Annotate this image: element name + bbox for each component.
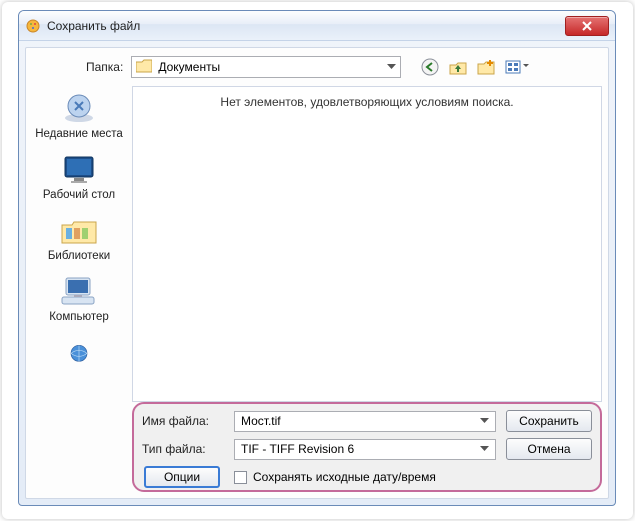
network-icon	[59, 334, 99, 370]
filename-label: Имя файла:	[142, 414, 224, 428]
titlebar: Сохранить файл	[19, 11, 615, 41]
save-button[interactable]: Сохранить	[506, 410, 592, 432]
desktop-icon	[59, 151, 99, 187]
folder-label: Папка:	[86, 60, 123, 74]
sidebar-item-desktop[interactable]: Рабочий стол	[31, 151, 127, 202]
options-button[interactable]: Опции	[144, 466, 220, 488]
preserve-date-checkbox[interactable]: Сохранять исходные дату/время	[234, 470, 436, 484]
new-folder-button[interactable]	[477, 59, 495, 75]
view-button[interactable]	[505, 59, 529, 75]
chevron-down-icon	[387, 64, 396, 70]
save-dialog: Сохранить файл Папка: Документы	[18, 10, 616, 506]
filename-input[interactable]: Мост.tif	[234, 411, 496, 432]
nav-icons	[421, 58, 529, 76]
sidebar-item-label: Компьютер	[49, 311, 109, 324]
folder-value: Документы	[158, 60, 220, 74]
up-button[interactable]	[449, 59, 467, 75]
folder-icon	[136, 59, 152, 76]
folder-row: Папка: Документы	[26, 54, 608, 80]
sidebar-item-recent[interactable]: Недавние места	[31, 90, 127, 141]
sidebar-item-label: Рабочий стол	[43, 189, 115, 202]
sidebar-item-network[interactable]	[31, 334, 127, 372]
checkbox-box	[234, 471, 247, 484]
chevron-down-icon	[480, 446, 489, 452]
places-sidebar: Недавние места Рабочий стол Библиотеки К…	[26, 86, 132, 498]
sidebar-item-libraries[interactable]: Библиотеки	[31, 212, 127, 263]
dialog-body: Папка: Документы	[25, 47, 609, 499]
close-button[interactable]	[565, 16, 609, 36]
filetype-label: Тип файла:	[142, 442, 224, 456]
filetype-combo[interactable]: TIF - TIFF Revision 6	[234, 439, 496, 460]
sidebar-item-label: Библиотеки	[48, 250, 110, 263]
back-button[interactable]	[421, 58, 439, 76]
chevron-down-icon	[480, 418, 489, 424]
app-icon	[25, 18, 41, 34]
libraries-icon	[59, 212, 99, 248]
computer-icon	[59, 273, 99, 309]
window-title: Сохранить файл	[47, 19, 565, 33]
cancel-button[interactable]: Отмена	[506, 438, 592, 460]
file-list[interactable]: Нет элементов, удовлетворяющих условиям …	[132, 86, 602, 402]
bottom-panel: Имя файла: Мост.tif Сохранить Тип файла:…	[132, 402, 602, 492]
filename-value: Мост.tif	[241, 414, 281, 428]
sidebar-item-computer[interactable]: Компьютер	[31, 273, 127, 324]
preserve-date-label: Сохранять исходные дату/время	[253, 470, 436, 484]
filetype-value: TIF - TIFF Revision 6	[241, 442, 354, 456]
empty-list-text: Нет элементов, удовлетворяющих условиям …	[220, 95, 513, 109]
folder-combo[interactable]: Документы	[131, 56, 401, 78]
sidebar-item-label: Недавние места	[35, 128, 123, 141]
recent-places-icon	[59, 90, 99, 126]
